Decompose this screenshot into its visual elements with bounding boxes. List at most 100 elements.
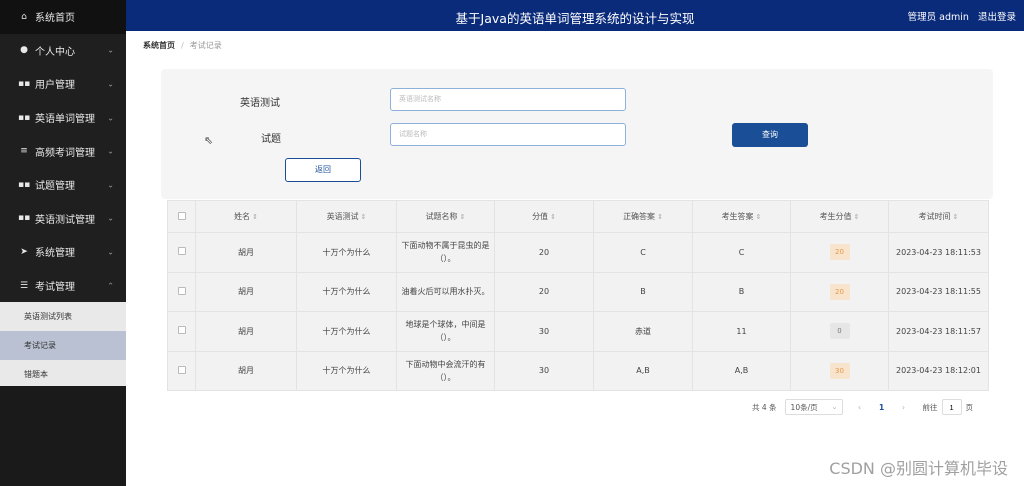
sidebar-item-label: 试题管理: [35, 181, 75, 193]
question-text: 下面动物不属于昆虫的是（）。: [401, 241, 490, 264]
score-badge: 20: [829, 283, 850, 300]
back-button[interactable]: 返回: [285, 158, 361, 182]
column-header-label: 试题名称: [425, 212, 458, 221]
sidebar-item-profile[interactable]: ● 个人中心 ⌄: [0, 34, 126, 68]
column-header[interactable]: 考试时间 ⇕: [888, 200, 989, 233]
page-size-select[interactable]: 10条/页 ⌄: [784, 399, 843, 415]
home-icon: ⌂: [21, 11, 27, 22]
cell-correct-answer: A,B: [593, 350, 693, 391]
sidebar-item-label: 英语测试管理: [35, 214, 95, 226]
user-icon: ●: [20, 45, 28, 56]
column-header-label: 考生分值: [819, 212, 852, 221]
row-select-cell: [167, 232, 196, 273]
sidebar-item-home[interactable]: ⌂ 系统首页: [0, 0, 126, 34]
submenu-item-exam-records[interactable]: 考试记录: [0, 331, 126, 361]
cell-exam-time: 2023-04-23 18:12:01: [888, 350, 989, 391]
watermark: CSDN @别圆计算机毕设: [829, 459, 1008, 478]
sidebar-item-exams[interactable]: ☰ 考试管理 ⌃: [0, 269, 126, 303]
cell-name: 胡月: [195, 232, 297, 273]
sort-icon: ⇕: [459, 213, 466, 221]
goto-page-input[interactable]: [941, 399, 962, 415]
cell-student-score: 30: [790, 350, 889, 391]
chevron-down-icon: ⌄: [107, 113, 114, 123]
submenu-item-wrong-book[interactable]: 错题本: [0, 360, 126, 389]
user-area: 管理员 admin 退出登录: [902, 9, 1016, 23]
sidebar-item-system[interactable]: ➤ 系统管理 ⌄: [0, 235, 126, 269]
column-header[interactable]: 正确答案 ⇕: [593, 200, 693, 233]
cell-question: 下面动物中会流汗的有（）。: [396, 350, 495, 391]
question-text: 下面动物中会流汗的有（）。: [405, 359, 486, 382]
sort-icon: ⇕: [755, 213, 762, 221]
submenu-item-test-list[interactable]: 英语测试列表: [0, 302, 126, 331]
chevron-down-icon: ⌄: [107, 45, 114, 55]
sidebar-item-tests[interactable]: ▪▪ 英语测试管理 ⌄: [0, 202, 126, 236]
score-badge: 30: [829, 362, 850, 379]
cell-student-score: 20: [790, 271, 889, 312]
cell-test: 十万个为什么: [296, 271, 397, 312]
breadcrumb-separator: /: [181, 41, 184, 50]
row-checkbox[interactable]: [177, 365, 186, 374]
row-checkbox[interactable]: [177, 286, 186, 295]
cell-correct-answer: B: [593, 271, 693, 312]
sort-icon: ⇕: [550, 213, 556, 221]
select-all-checkbox[interactable]: [177, 211, 186, 220]
cell-question: 下面动物不属于昆虫的是（）。: [396, 232, 495, 273]
cell-test: 十万个为什么: [296, 311, 397, 352]
column-header[interactable]: 试题名称 ⇕: [396, 200, 495, 233]
column-header[interactable]: 考生分值 ⇕: [790, 200, 889, 233]
page-number[interactable]: 1: [875, 403, 889, 412]
pagination-total: 共 4 条: [752, 402, 777, 412]
sort-icon: ⇕: [853, 213, 860, 221]
column-header-label: 正确答案: [623, 212, 656, 221]
page-size-value: 10条/页: [790, 402, 818, 412]
table-header-row: 姓名 ⇕ 英语测试 ⇕ 试题名称 ⇕ 分值 ⇕ 正确答案 ⇕ 考生答案 ⇕ 考生分值 ⇕ 考试…: [167, 200, 989, 233]
mouse-cursor-icon: ⇖: [204, 134, 214, 147]
row-checkbox[interactable]: [177, 247, 186, 256]
row-checkbox[interactable]: [177, 326, 186, 335]
query-button[interactable]: 查询: [732, 123, 808, 147]
sidebar-item-words[interactable]: ▪▪ 英语单词管理 ⌄: [0, 101, 126, 135]
chevron-up-icon: ⌃: [107, 281, 114, 291]
grid-icon: ▪▪: [18, 213, 31, 224]
column-header[interactable]: 英语测试 ⇕: [296, 200, 397, 233]
sidebar-item-label: 用户管理: [35, 80, 75, 92]
cell-student-answer: C: [692, 232, 791, 273]
cell-question: 油着火后可以用水扑灭。: [396, 271, 495, 312]
sidebar-item-frequent-words[interactable]: ≡ 高频考词管理 ⌄: [0, 134, 126, 168]
sidebar-item-questions[interactable]: ▪▪ 试题管理 ⌄: [0, 168, 126, 202]
cell-student-answer: 11: [692, 311, 791, 352]
column-header[interactable]: 姓名 ⇕: [195, 200, 297, 233]
cell-question: 地球是个球体，中间是（）。: [396, 311, 495, 352]
cell-name: 胡月: [195, 311, 297, 352]
row-select-cell: [167, 350, 196, 391]
cell-test: 十万个为什么: [296, 350, 397, 391]
next-page-button[interactable]: ›: [897, 403, 911, 412]
cell-score: 20: [494, 232, 594, 273]
prev-page-button[interactable]: ‹: [853, 403, 867, 412]
cell-student-score: 0: [790, 311, 889, 352]
column-header-label: 考生答案: [721, 212, 754, 221]
cell-correct-answer: 赤道: [593, 311, 693, 352]
cell-score: 20: [494, 271, 594, 312]
grid-icon: ▪▪: [18, 179, 31, 190]
goto-label: 前往: [922, 402, 938, 412]
column-header-label: 考试时间: [918, 212, 951, 221]
question-name-input[interactable]: [390, 123, 626, 146]
logout-link[interactable]: 退出登录: [978, 12, 1016, 23]
user-label: 管理员 admin: [907, 12, 969, 23]
sidebar-item-label: 英语单词管理: [35, 114, 95, 126]
sort-icon: ⇕: [952, 213, 959, 221]
cell-exam-time: 2023-04-23 18:11:55: [888, 271, 989, 312]
breadcrumb-current: 考试记录: [189, 41, 222, 50]
table-row: 胡月 十万个为什么 油着火后可以用水扑灭。 20 B B 20 2023-04-…: [167, 271, 989, 312]
select-all-cell: [167, 200, 196, 233]
breadcrumb-home[interactable]: 系统首页: [143, 41, 175, 50]
sidebar: ⌂ 系统首页 ● 个人中心 ⌄ ▪▪ 用户管理 ⌄ ▪▪ 英语单词管理 ⌄ ≡ …: [0, 0, 126, 486]
sidebar-item-users[interactable]: ▪▪ 用户管理 ⌄: [0, 67, 126, 101]
test-name-input[interactable]: [390, 88, 626, 111]
column-header[interactable]: 分值 ⇕: [494, 200, 594, 233]
table-row: 胡月 十万个为什么 下面动物不属于昆虫的是（）。 20 C C 20 2023-…: [167, 232, 989, 273]
row-select-cell: [167, 271, 196, 312]
column-header[interactable]: 考生答案 ⇕: [692, 200, 791, 233]
question-text: 油着火后可以用水扑灭。: [401, 287, 490, 297]
